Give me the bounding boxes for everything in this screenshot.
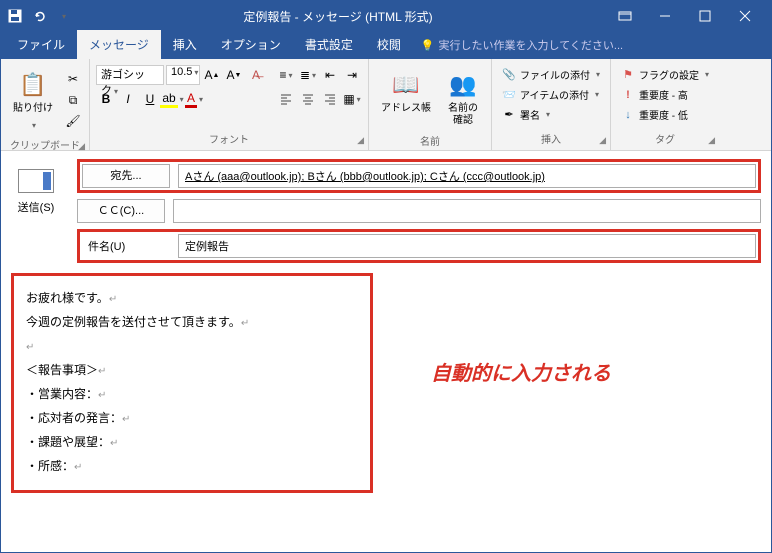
clear-formatting-button[interactable]: A̶ (246, 65, 266, 85)
group-include: 📎 ファイルの添付▾ 📨 アイテムの添付▾ ✒ 署名▾ 挿入◢ (492, 59, 611, 150)
attach-file-button[interactable]: 📎 ファイルの添付▾ (498, 65, 604, 84)
to-field[interactable]: Aさん (aaa@outlook.jp); Bさん (bbb@outlook.j… (178, 164, 756, 188)
check-names-button[interactable]: 👥 名前の 確認 (441, 65, 485, 131)
paste-button[interactable]: 📋 貼り付け (7, 65, 59, 135)
body-line: ・営業内容：↵ (26, 382, 358, 406)
check-names-icon: 👥 (447, 69, 479, 101)
group-label-clipboard: クリップボード◢ (7, 135, 83, 156)
message-body-area: お疲れ様です。↵ 今週の定例報告を送付させて頂きます。↵ ↵ ＜報告事項＞↵ ・… (1, 267, 771, 503)
group-clipboard: 📋 貼り付け ✂ ⧉ 🖌 クリップボード◢ (1, 59, 90, 150)
format-painter-button[interactable]: 🖌 (63, 111, 83, 131)
flag-icon: ⚑ (621, 68, 635, 82)
tell-me-search[interactable]: 💡 実行したい作業を入力してください... (413, 31, 631, 59)
to-highlight-box: 宛先... Aさん (aaa@outlook.jp); Bさん (bbb@out… (77, 159, 761, 193)
subject-field[interactable]: 定例報告 (178, 234, 756, 258)
lightbulb-icon: 💡 (421, 39, 435, 52)
shrink-font-button[interactable]: A▼ (224, 65, 244, 85)
tab-format[interactable]: 書式設定 (293, 30, 365, 59)
align-center-button[interactable] (298, 89, 318, 109)
shading-button[interactable]: ▦ (342, 89, 362, 109)
dialog-launcher-icon[interactable]: ◢ (708, 135, 715, 146)
body-line: お疲れ様です。↵ (26, 286, 358, 310)
body-line: 今週の定例報告を送付させて頂きます。↵ (26, 310, 358, 334)
numbering-button[interactable]: ≣ (298, 65, 318, 85)
decrease-indent-button[interactable]: ⇤ (320, 65, 340, 85)
attach-item-icon: 📨 (502, 88, 516, 102)
group-label-tags: タグ◢ (617, 129, 713, 150)
group-tags: ⚑ フラグの設定▾ ! 重要度 - 高 ↓ 重要度 - 低 タグ◢ (611, 59, 719, 150)
dialog-launcher-icon[interactable]: ◢ (78, 141, 85, 152)
font-color-button[interactable]: A (184, 89, 204, 109)
body-line: ・応対者の発言：↵ (26, 406, 358, 430)
importance-high-icon: ! (621, 88, 635, 102)
align-left-button[interactable] (276, 89, 296, 109)
minimize-button[interactable] (645, 1, 685, 31)
compose-header: 送信(S) 宛先... Aさん (aaa@outlook.jp); Bさん (b… (1, 151, 771, 267)
paste-icon: 📋 (17, 69, 49, 101)
undo-icon[interactable] (31, 8, 47, 24)
chevron-down-icon (30, 117, 36, 131)
close-button[interactable] (725, 1, 765, 31)
address-book-button[interactable]: 📖 アドレス帳 (375, 65, 437, 119)
send-button[interactable]: 送信(S) (7, 169, 65, 215)
text-highlight-button[interactable]: ab (162, 89, 182, 109)
group-font: 游ゴシック 10.5 A▲ A▼ A̶ B I U ab A ≡ ≣ (90, 59, 369, 150)
window-title: 定例報告 - メッセージ (HTML 形式) (71, 8, 605, 25)
dialog-launcher-icon[interactable]: ◢ (357, 135, 364, 146)
ribbon-display-icon[interactable] (605, 1, 645, 31)
dialog-launcher-icon[interactable]: ◢ (599, 135, 606, 146)
font-name-select[interactable]: 游ゴシック (96, 65, 164, 85)
paperclip-icon: 📎 (502, 68, 516, 82)
envelope-icon (18, 169, 54, 193)
tab-options[interactable]: オプション (209, 30, 293, 59)
tab-file[interactable]: ファイル (5, 30, 77, 59)
body-line: ＜報告事項＞↵ (26, 358, 358, 382)
increase-indent-button[interactable]: ⇥ (342, 65, 362, 85)
signature-icon: ✒ (502, 108, 516, 122)
cc-button[interactable]: ＣＣ(C)... (77, 199, 165, 223)
group-label-names: 名前 (375, 131, 485, 152)
attach-item-button[interactable]: 📨 アイテムの添付▾ (498, 85, 604, 104)
body-line: ・所感：↵ (26, 454, 358, 478)
bullets-button[interactable]: ≡ (276, 65, 296, 85)
align-right-button[interactable] (320, 89, 340, 109)
low-importance-button[interactable]: ↓ 重要度 - 低 (617, 105, 713, 124)
subject-highlight-box: 件名(U) 定例報告 (77, 229, 761, 263)
follow-up-button[interactable]: ⚑ フラグの設定▾ (617, 65, 713, 84)
signature-button[interactable]: ✒ 署名▾ (498, 105, 604, 124)
tab-insert[interactable]: 挿入 (161, 30, 209, 59)
group-names: 📖 アドレス帳 👥 名前の 確認 名前 (369, 59, 492, 150)
font-size-select[interactable]: 10.5 (166, 65, 200, 85)
annotation-text: 自動的に入力される (431, 357, 611, 386)
titlebar: 定例報告 - メッセージ (HTML 形式) (1, 1, 771, 31)
tab-message[interactable]: メッセージ (77, 30, 161, 59)
tab-review[interactable]: 校閲 (365, 30, 413, 59)
maximize-button[interactable] (685, 1, 725, 31)
body-line: ↵ (26, 334, 358, 358)
body-highlight-box[interactable]: お疲れ様です。↵ 今週の定例報告を送付させて頂きます。↵ ↵ ＜報告事項＞↵ ・… (11, 273, 373, 493)
italic-button[interactable]: I (118, 89, 138, 109)
qat-customize-icon[interactable] (55, 8, 71, 24)
group-label-font: フォント◢ (96, 129, 362, 150)
to-button[interactable]: 宛先... (82, 164, 170, 188)
subject-label: 件名(U) (82, 238, 170, 254)
ribbon: 📋 貼り付け ✂ ⧉ 🖌 クリップボード◢ 游ゴシック 10.5 A▲ A▼ A… (1, 59, 771, 151)
save-icon[interactable] (7, 8, 23, 24)
importance-low-icon: ↓ (621, 108, 635, 122)
group-label-include: 挿入◢ (498, 129, 604, 150)
ribbon-tabs: ファイル メッセージ 挿入 オプション 書式設定 校閲 💡 実行したい作業を入力… (1, 31, 771, 59)
body-line: ・課題や展望：↵ (26, 430, 358, 454)
cut-button[interactable]: ✂ (63, 69, 83, 89)
copy-button[interactable]: ⧉ (63, 90, 83, 110)
grow-font-button[interactable]: A▲ (202, 65, 222, 85)
underline-button[interactable]: U (140, 89, 160, 109)
high-importance-button[interactable]: ! 重要度 - 高 (617, 85, 713, 104)
address-book-icon: 📖 (390, 69, 422, 101)
cc-field[interactable] (173, 199, 761, 223)
